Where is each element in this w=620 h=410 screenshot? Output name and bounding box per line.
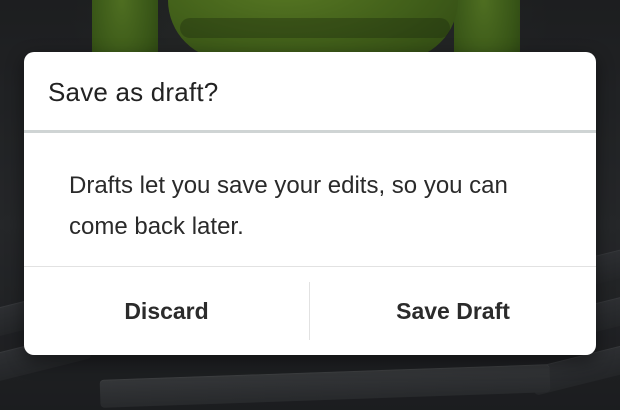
dialog-message: Drafts let you save your edits, so you c… (69, 172, 508, 240)
dialog-title: Save as draft? (48, 77, 219, 107)
save-draft-button[interactable]: Save Draft (310, 267, 596, 355)
discard-button[interactable]: Discard (24, 267, 309, 355)
save-draft-dialog: Save as draft? Drafts let you save your … (24, 52, 596, 355)
title-divider (24, 130, 596, 133)
